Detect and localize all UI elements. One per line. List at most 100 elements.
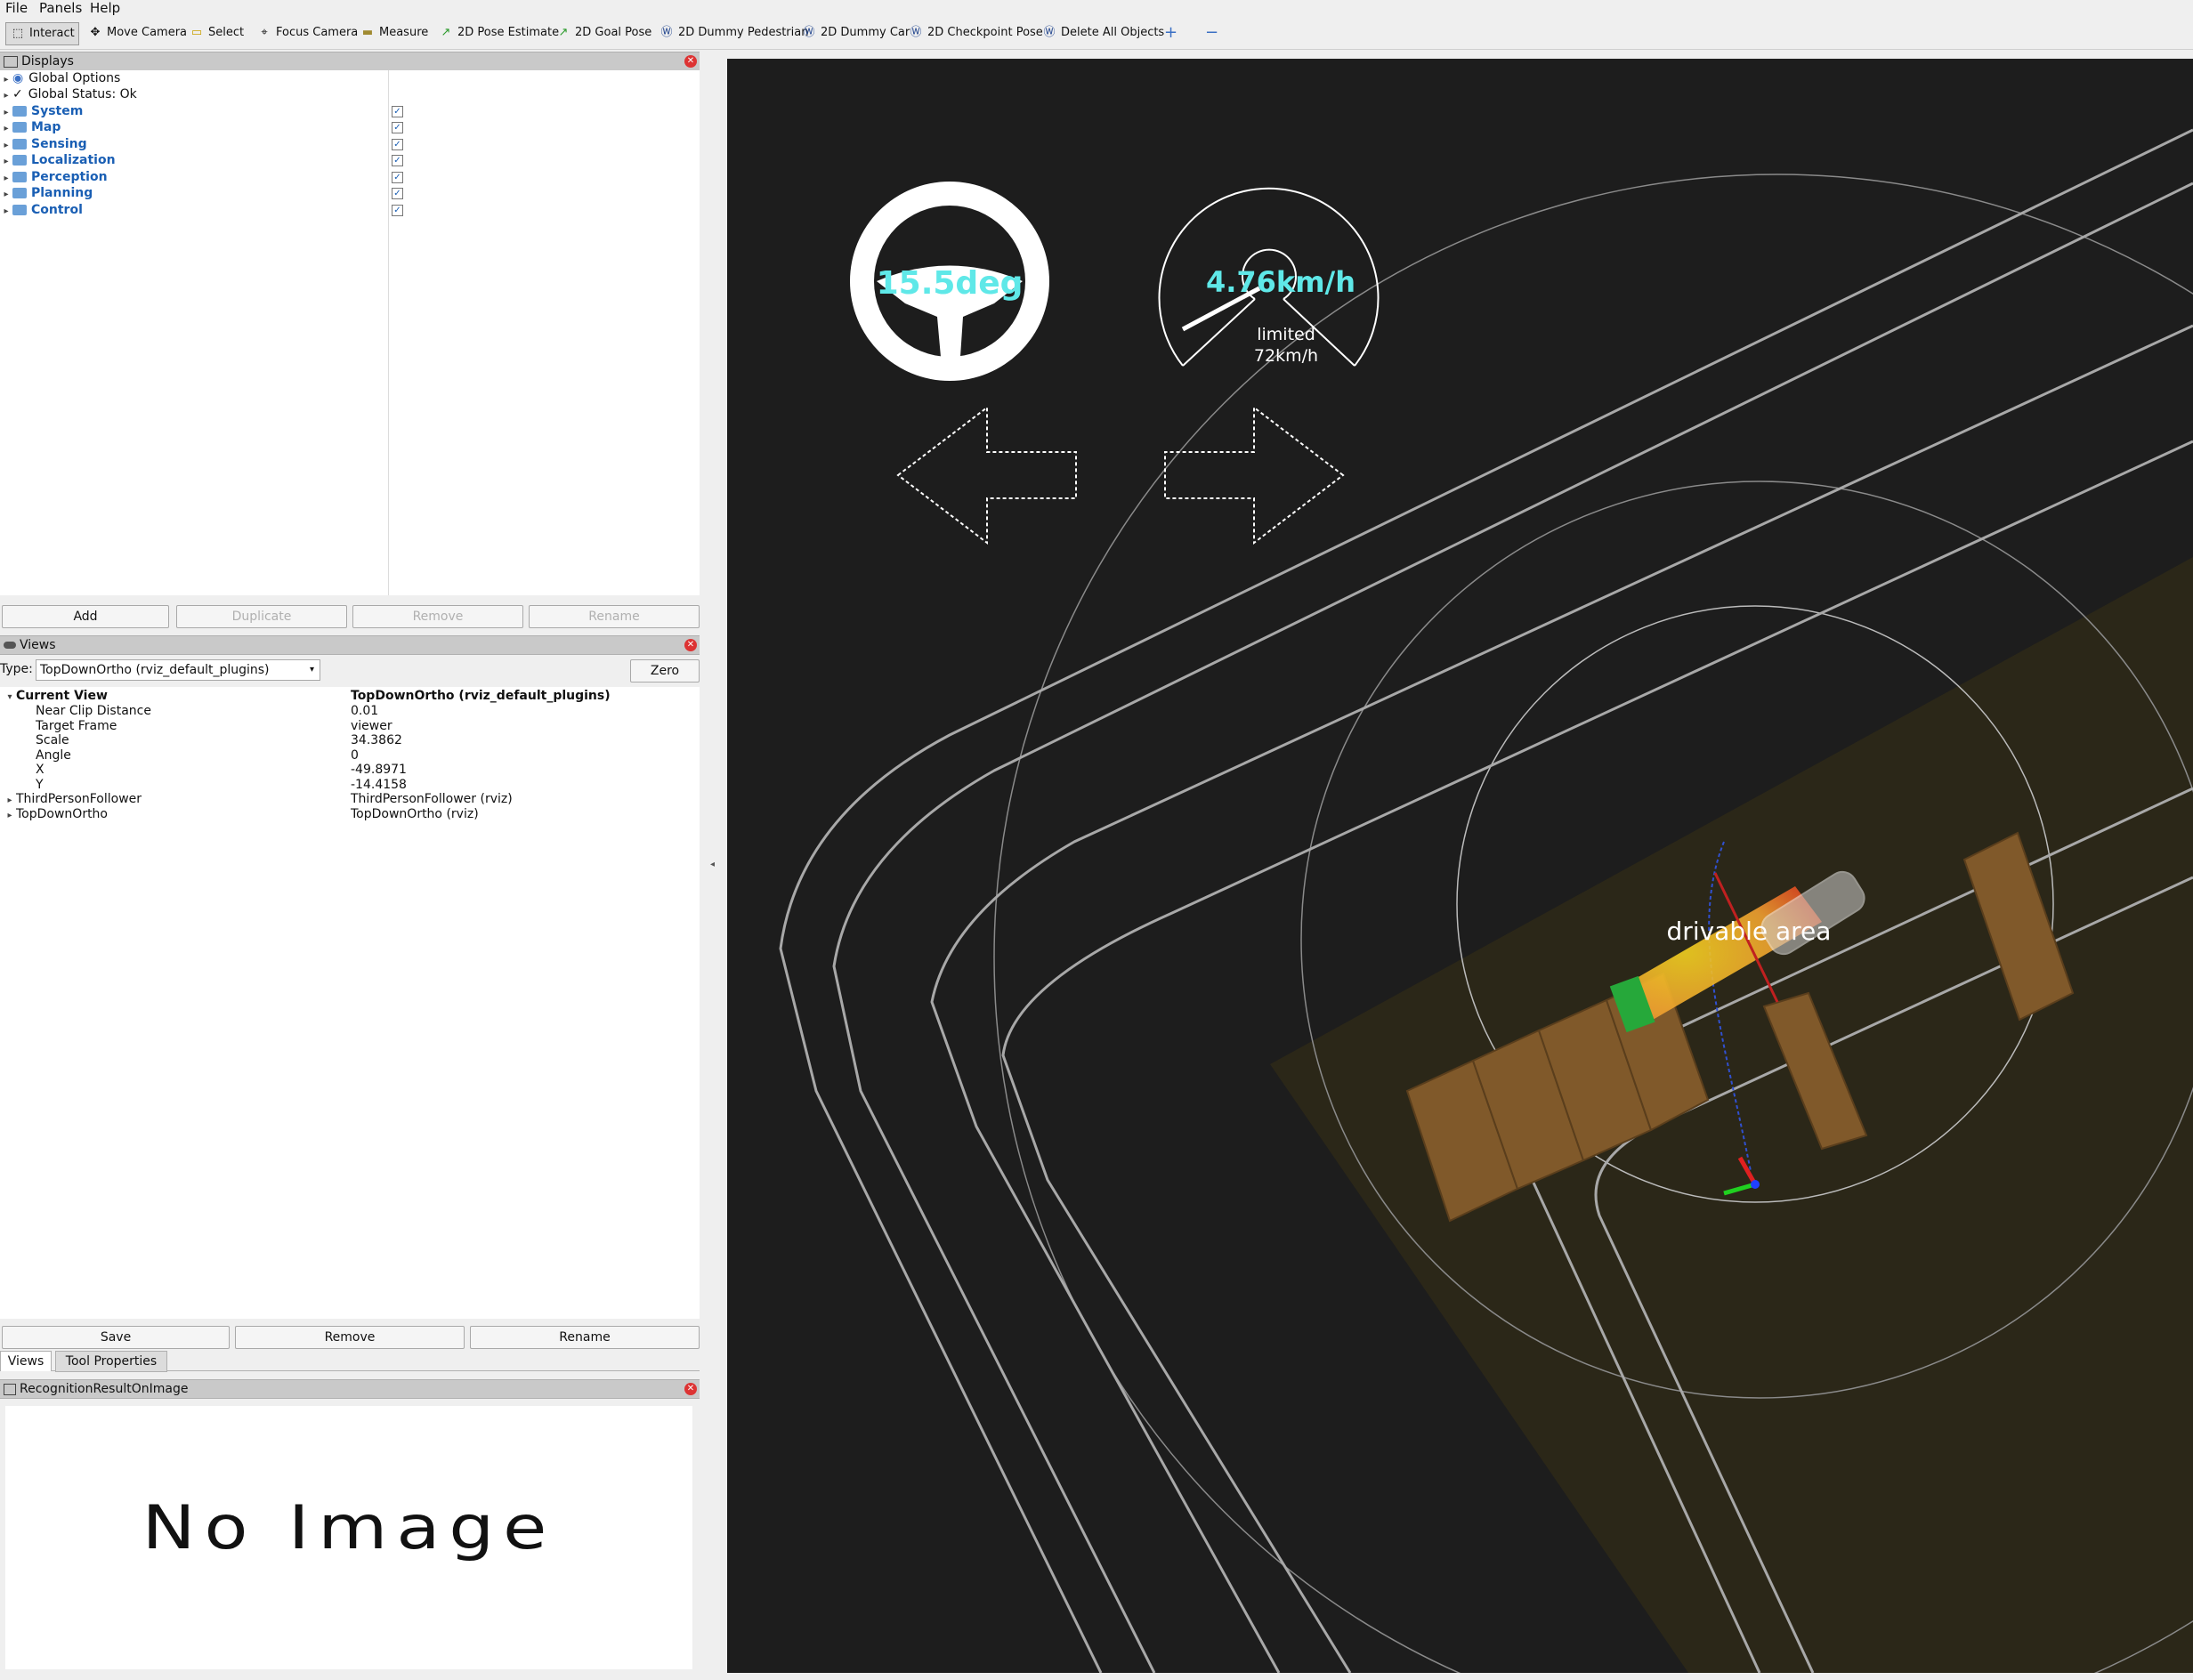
displays-tree: ▸ ◉ Global Options ▸ ✓ Global Status: Ok ▸ Sy… [0, 70, 700, 595]
folder-icon [12, 139, 27, 149]
no-image-text: No Image [142, 1491, 556, 1563]
tool-interact[interactable]: ⬚ Interact [5, 22, 79, 45]
splitter[interactable]: ◂ [705, 59, 724, 1673]
tab-views[interactable]: Views [0, 1351, 52, 1371]
add-button[interactable]: Add [2, 605, 169, 628]
tool-2d-checkpoint-pose[interactable]: Ⓦ 2D Checkpoint Pose [904, 22, 1047, 44]
tool-focus-camera[interactable]: ⌖ Focus Camera [253, 22, 361, 44]
column-divider [388, 70, 389, 595]
prop-angle: Angle [36, 748, 71, 763]
menu-file[interactable]: File [5, 0, 28, 16]
remove-view-button[interactable]: Remove [235, 1326, 465, 1349]
check-icon: ✓ [12, 87, 23, 101]
display-group-control[interactable]: ▸ Control [0, 202, 82, 220]
autoware-logo-icon: Ⓦ [1043, 26, 1056, 39]
prop-x: X [36, 763, 45, 777]
close-icon[interactable]: ✕ [684, 639, 697, 651]
display-item-global-status[interactable]: ▸ ✓ Global Status: Ok [0, 86, 136, 104]
display-group-map[interactable]: ▸ Map [0, 119, 61, 135]
prop-target-frame: Target Frame [36, 719, 117, 733]
expand-arrow-icon[interactable]: ▸ [0, 154, 12, 170]
recognition-panel-title: RecognitionResultOnImage ✕ [0, 1379, 700, 1399]
move-camera-icon: ✥ [90, 26, 101, 39]
chevron-down-icon: ▾ [309, 665, 314, 674]
menu-panels[interactable]: Panels [39, 0, 82, 16]
tool-delete-all-objects[interactable]: Ⓦ Delete All Objects [1038, 22, 1168, 44]
expand-arrow-icon[interactable]: ▸ [0, 88, 12, 104]
remove-display-button[interactable]: Remove [352, 605, 523, 628]
display-group-planning[interactable]: ▸ Planning [0, 185, 93, 201]
render-viewport[interactable]: 15.5deg 4.76km/h limited 72km/h drivable… [727, 59, 2193, 1673]
autoware-logo-icon: Ⓦ [803, 26, 815, 39]
display-item-global-options[interactable]: ▸ ◉ Global Options [0, 70, 120, 86]
globe-icon: ◉ [12, 71, 24, 85]
prop-near-clip-distance-value[interactable]: 0.01 [351, 704, 378, 718]
prop-y: Y [36, 778, 44, 792]
view-type-select[interactable]: TopDownOrtho (rviz_default_plugins) ▾ [36, 659, 320, 681]
tool-select[interactable]: ▭ Select [185, 22, 247, 44]
expand-arrow-icon[interactable]: ▸ [0, 204, 12, 220]
plus-icon[interactable]: + [1161, 22, 1181, 44]
collapse-left-icon[interactable]: ◂ [710, 860, 715, 869]
prop-y-value[interactable]: -14.4158 [351, 778, 407, 792]
checkbox-control[interactable]: ✓ [392, 205, 403, 216]
drivable-area-region [1270, 557, 2193, 1673]
checkbox-localization[interactable]: ✓ [392, 155, 403, 166]
focus-camera-icon: ⌖ [261, 26, 268, 39]
tool-2d-dummy-pedestrian[interactable]: Ⓦ 2D Dummy Pedestrian [655, 22, 812, 44]
close-icon[interactable]: ✕ [684, 55, 697, 68]
folder-icon [12, 106, 27, 117]
collapse-arrow-icon[interactable]: ▾ [4, 692, 16, 702]
speed-text: 4.76km/h [1206, 265, 1355, 299]
autoware-logo-icon: Ⓦ [910, 26, 922, 39]
save-view-button[interactable]: Save [2, 1326, 230, 1349]
prop-scale-value[interactable]: 34.3862 [351, 733, 402, 747]
expand-arrow-icon[interactable]: ▸ [4, 796, 16, 805]
checkbox-perception[interactable]: ✓ [392, 172, 403, 183]
current-view-row[interactable]: ▾ Current View [4, 689, 107, 703]
checkbox-system[interactable]: ✓ [392, 106, 403, 117]
duplicate-button[interactable]: Duplicate [176, 605, 347, 628]
display-group-system[interactable]: ▸ System [0, 103, 83, 119]
close-icon[interactable]: ✕ [684, 1383, 697, 1395]
minus-icon[interactable]: − [1202, 22, 1222, 44]
recognition-image: No Image [5, 1406, 692, 1669]
display-group-localization[interactable]: ▸ Localization [0, 152, 115, 170]
folder-icon [12, 155, 27, 166]
saved-view-top-down[interactable]: ▸ TopDownOrtho [4, 807, 108, 821]
speed-limit-label: limited [1257, 325, 1315, 344]
tool-2d-dummy-car[interactable]: Ⓦ 2D Dummy Car [797, 22, 913, 44]
expand-arrow-icon[interactable]: ▸ [0, 187, 12, 203]
axis-z [1751, 1180, 1760, 1189]
checkbox-map[interactable]: ✓ [392, 122, 403, 133]
zero-button[interactable]: Zero [630, 659, 700, 682]
tool-2d-pose-estimate[interactable]: ↗ 2D Pose Estimate [434, 22, 562, 44]
tool-measure[interactable]: ▬ Measure [356, 22, 432, 44]
display-group-sensing[interactable]: ▸ Sensing [0, 136, 86, 152]
checkbox-planning[interactable]: ✓ [392, 188, 403, 199]
rename-display-button[interactable]: Rename [529, 605, 700, 628]
prop-target-frame-value[interactable]: viewer [351, 719, 392, 733]
tool-2d-goal-pose[interactable]: ↗ 2D Goal Pose [552, 22, 655, 44]
image-icon [4, 1383, 16, 1395]
checkbox-sensing[interactable]: ✓ [392, 139, 403, 150]
view-type-label: Type: [0, 662, 33, 676]
speed-limit-value: 72km/h [1254, 346, 1318, 366]
rename-view-button[interactable]: Rename [470, 1326, 700, 1349]
saved-view-third-person[interactable]: ▸ ThirdPersonFollower [4, 792, 142, 806]
prop-x-value[interactable]: -49.8971 [351, 763, 407, 777]
display-group-perception[interactable]: ▸ Perception [0, 169, 107, 185]
menu-help[interactable]: Help [90, 0, 120, 16]
goal-pose-icon: ↗ [558, 26, 569, 39]
prop-angle-value[interactable]: 0 [351, 748, 359, 763]
expand-arrow-icon[interactable]: ▸ [4, 811, 16, 820]
tab-tool-properties[interactable]: Tool Properties [55, 1351, 167, 1372]
toolbar: ⬚ Interact ✥ Move Camera ▭ Select ⌖ Focus Ca… [0, 17, 2193, 50]
tool-move-camera[interactable]: ✥ Move Camera [84, 22, 190, 44]
drivable-area-label: drivable area [1667, 917, 1832, 946]
map-scene: 15.5deg 4.76km/h limited 72km/h drivable… [779, 128, 2193, 1673]
cursor-icon: ⬚ [12, 27, 24, 40]
expand-arrow-icon[interactable]: ▸ [0, 121, 12, 137]
saved-view-third-person-value: ThirdPersonFollower (rviz) [351, 792, 513, 806]
measure-icon: ▬ [361, 26, 374, 39]
